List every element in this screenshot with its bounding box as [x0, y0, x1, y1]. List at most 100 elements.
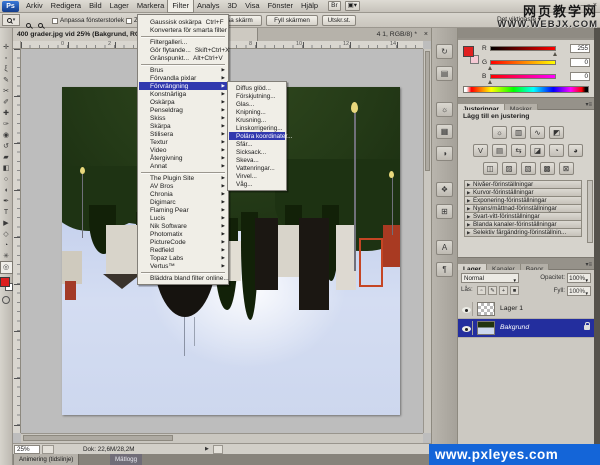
color-spectrum-bar[interactable]: [463, 86, 589, 93]
slider-pointer-icon[interactable]: [553, 52, 557, 56]
masks-panel-icon[interactable]: ▦: [436, 124, 453, 139]
filter-menu-item[interactable]: PictureCode ▶: [139, 238, 227, 246]
slider-value[interactable]: 0: [570, 72, 590, 81]
fill-input[interactable]: 100% ▼: [567, 286, 591, 296]
menu-item[interactable]: Redigera: [47, 0, 85, 12]
swatches-panel-icon[interactable]: ⊞: [436, 204, 453, 219]
lock-position-icon[interactable]: +: [499, 286, 508, 295]
path-selection-tool[interactable]: ▶: [1, 218, 12, 229]
slider-value[interactable]: 255: [570, 44, 590, 53]
exposure-icon[interactable]: ◩: [549, 126, 564, 139]
menu-item[interactable]: Hjälp: [297, 0, 322, 12]
blur-tool[interactable]: ○: [1, 174, 12, 185]
zoom-out-icon[interactable]: [38, 15, 43, 33]
filter-menu-item[interactable]: Gränspunkt... Alt+Ctrl+V ▶: [139, 54, 227, 62]
submenu-item[interactable]: Vattenringar...: [229, 164, 285, 172]
tab-animation[interactable]: Animering (tidslinje): [14, 454, 80, 465]
character-panel-icon[interactable]: A: [436, 240, 453, 255]
shape-tool[interactable]: ◇: [1, 229, 12, 240]
filter-menu-item[interactable]: Stilisera ▶: [139, 130, 227, 138]
filter-menu-item[interactable]: Lucis ▶: [139, 214, 227, 222]
clone-stamp-tool[interactable]: ◉: [1, 130, 12, 141]
slider-pointer-icon[interactable]: [488, 66, 492, 70]
filter-menu-item[interactable]: Filtergalleri... ▶: [139, 38, 227, 46]
menu-item[interactable]: Fönster: [264, 0, 297, 12]
filter-menu-item[interactable]: Redfield ▶: [139, 246, 227, 254]
filter-menu-item[interactable]: Konstnärliga ▶: [139, 90, 227, 98]
panel-menu-icon[interactable]: ▾≡: [585, 261, 592, 268]
layer-row[interactable]: Lager 1: [458, 300, 594, 319]
submenu-item[interactable]: Diffus glöd...: [229, 84, 285, 92]
document-tab-inactive[interactable]: 4 1, RGB/8) * ×: [258, 28, 431, 41]
filter-menu-item[interactable]: Konvertera för smarta filter ▶: [139, 26, 227, 34]
slider-value[interactable]: 0: [570, 58, 590, 67]
resize-windows-checkbox[interactable]: Anpassa fönsterstorlek: [52, 17, 124, 24]
slider-track[interactable]: [490, 46, 556, 51]
status-flyout-button[interactable]: [213, 445, 223, 454]
layer-thumbnail[interactable]: [477, 321, 495, 335]
launch-bridge-button[interactable]: Br: [328, 1, 341, 11]
filter-menu-item[interactable]: Bläddra bland filter online... ▶: [139, 274, 229, 282]
submenu-item[interactable]: Sfär...: [229, 140, 285, 148]
submenu-item[interactable]: Sicksack...: [229, 148, 285, 156]
menu-item[interactable]: Markera: [133, 0, 169, 12]
filter-menu-item[interactable]: Topaz Labs ▶: [139, 254, 227, 262]
menu-item[interactable]: Visa: [241, 0, 263, 12]
foreground-color-swatch[interactable]: [0, 277, 10, 287]
lock-transparent-icon[interactable]: ▫: [477, 286, 486, 295]
history-panel-icon[interactable]: ↻: [436, 44, 453, 59]
zoom-tool[interactable]: ◎: [0, 261, 13, 274]
dodge-tool[interactable]: ◖: [1, 185, 12, 196]
filter-menu-item[interactable]: Oskärpa ▶: [139, 98, 227, 106]
quick-mask-icon[interactable]: [2, 296, 10, 304]
vibrance-icon[interactable]: V: [473, 144, 488, 157]
menu-item[interactable]: 3D: [224, 0, 242, 12]
invert-icon[interactable]: ◫: [482, 162, 498, 175]
horizontal-scrollbar[interactable]: [21, 433, 423, 443]
hue-saturation-icon[interactable]: ▤: [492, 144, 507, 157]
submenu-item[interactable]: Knipning...: [229, 108, 285, 116]
healing-brush-tool[interactable]: ✚: [1, 108, 12, 119]
filter-menu-item[interactable]: Brus ▶: [139, 66, 227, 74]
pen-tool[interactable]: ✒: [1, 196, 12, 207]
visibility-toggle[interactable]: [460, 321, 473, 335]
blend-mode-select[interactable]: Normal ▼: [461, 273, 519, 283]
slider-track[interactable]: [490, 74, 556, 79]
crop-tool[interactable]: ✂: [1, 86, 12, 97]
filter-menu-item[interactable]: Chronia ▶: [139, 190, 227, 198]
hand-tool[interactable]: ✳: [1, 251, 12, 262]
status-flyout-icon[interactable]: ▶: [205, 445, 209, 454]
filter-menu-item[interactable]: Skiss ▶: [139, 114, 227, 122]
filter-menu-item[interactable]: Flaming Pear ▶: [139, 206, 227, 214]
curves-icon[interactable]: ∿: [530, 126, 545, 139]
tab-measurement-log[interactable]: Mätlogg: [110, 454, 143, 465]
photo-filter-icon[interactable]: ◔: [549, 144, 564, 157]
filter-menu-item[interactable]: Digimarc ▶: [139, 198, 227, 206]
slider-pointer-icon[interactable]: [488, 80, 492, 84]
tab-close-icon[interactable]: ×: [424, 28, 428, 41]
info-panel-icon[interactable]: ◑: [436, 146, 453, 161]
filter-menu-item[interactable]: AV Bros ▶: [139, 182, 227, 190]
filter-menu-item[interactable]: Vertus™ ▶: [139, 262, 227, 270]
filter-menu-item[interactable]: Photomatix ▶: [139, 230, 227, 238]
print-size-button[interactable]: Utskr.st.: [322, 15, 356, 26]
gradient-tool[interactable]: ◧: [1, 163, 12, 174]
lock-all-icon[interactable]: ■: [510, 286, 519, 295]
move-tool[interactable]: ✛: [1, 42, 12, 53]
lasso-tool[interactable]: ξ: [1, 64, 12, 75]
filter-menu-item[interactable]: Textur ▶: [139, 138, 227, 146]
menu-item[interactable]: Bild: [85, 0, 106, 12]
levels-icon[interactable]: ▥: [511, 126, 526, 139]
filter-menu-item[interactable]: Skärpa ▶: [139, 122, 227, 130]
submenu-item[interactable]: Krusning...: [229, 116, 285, 124]
type-tool[interactable]: T: [1, 207, 12, 218]
submenu-item[interactable]: Skeva...: [229, 156, 285, 164]
filter-menu-item[interactable]: Gör flytande... Skift+Ctrl+X ▶: [139, 46, 230, 54]
filter-menu-item[interactable]: Förvrängning ▶: [139, 82, 227, 90]
submenu-item[interactable]: Linskorrigering...: [229, 124, 285, 132]
3d-rotate-tool[interactable]: ◔: [1, 240, 12, 251]
filter-menu-item[interactable]: Gaussisk oskärpa Ctrl+F ▶: [139, 18, 227, 26]
preset-row[interactable]: ▶ Selektiv färgändring-förinställnin...: [464, 228, 582, 237]
quick-selection-tool[interactable]: ✎: [1, 75, 12, 86]
filter-menu-item[interactable]: Återgivning ▶: [139, 154, 227, 162]
